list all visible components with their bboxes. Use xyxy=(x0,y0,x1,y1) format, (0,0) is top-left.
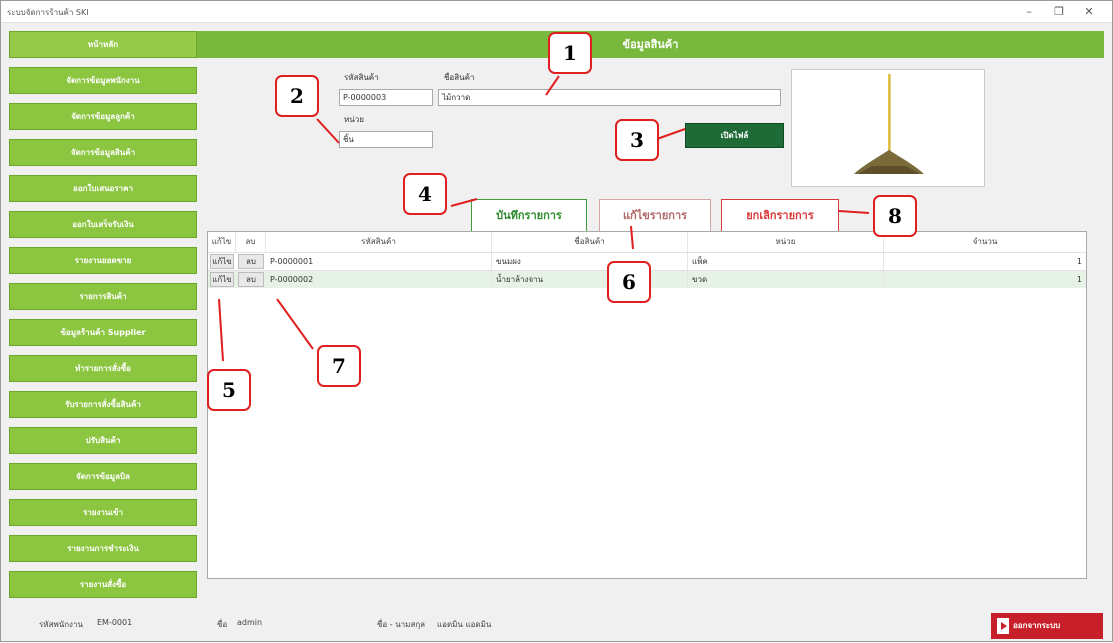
row-code: P-0000001 xyxy=(266,253,492,270)
column-header-code: รหัสสินค้า xyxy=(266,232,492,252)
column-header-name: ชื่อสินค้า xyxy=(492,232,688,252)
product-image xyxy=(791,69,985,187)
row-unit: แพ็ค xyxy=(688,253,884,270)
sidebar-item-purchase-order[interactable]: ทำรายการสั่งซื้อ xyxy=(9,355,197,382)
row-unit: ขวด xyxy=(688,271,884,288)
window-title: ระบบจัดการร้านค้า SKI xyxy=(7,8,89,17)
row-name: ขนมผง xyxy=(492,253,688,270)
row-name: น้ำยาล้างจาน xyxy=(492,271,688,288)
page-title: ข้อมูลสินค้า xyxy=(197,31,1104,58)
employee-id-label: รหัสพนักงาน xyxy=(39,620,83,629)
callout-5: 5 xyxy=(207,369,251,411)
fullname-label: ชื่อ - นามสกุล xyxy=(377,620,426,629)
row-delete-button[interactable]: ลบ xyxy=(238,254,264,269)
product-code-label: รหัสสินค้า xyxy=(344,73,379,82)
edit-button[interactable]: แก้ไขรายการ xyxy=(599,199,711,232)
sidebar-item-supplier[interactable]: ข้อมูลร้านค้า Supplier xyxy=(9,319,197,346)
sidebar-item-customers[interactable]: จัดการข้อมูลลูกค้า xyxy=(9,103,197,130)
callout-4: 4 xyxy=(403,173,447,215)
sidebar-item-order-report[interactable]: รายงานสั่งซื้อ xyxy=(9,571,197,598)
product-code-field[interactable]: P-0000003 xyxy=(339,89,433,106)
fullname-value: แอดมิน แอดมิน xyxy=(437,620,492,629)
row-edit-button[interactable]: แก้ไข xyxy=(210,272,234,287)
unit-label: หน่วย xyxy=(344,115,364,124)
sidebar-item-home[interactable]: หน้าหลัก xyxy=(9,31,197,58)
title-bar: ระบบจัดการร้านค้า SKI – ❐ ✕ xyxy=(1,1,1112,23)
column-header-delete: ลบ xyxy=(236,232,266,252)
sidebar-item-quotation[interactable]: ออกใบเสนอราคา xyxy=(9,175,197,202)
app-window: ระบบจัดการร้านค้า SKI – ❐ ✕ หน้าหลัก จัด… xyxy=(0,0,1113,642)
row-qty: 1 xyxy=(1076,275,1082,284)
row-code: P-0000002 xyxy=(266,271,492,288)
unit-field[interactable]: ชิ้น xyxy=(339,131,433,148)
broom-icon xyxy=(854,74,924,174)
minimize-icon[interactable]: – xyxy=(1017,4,1041,20)
sidebar-item-sales-report[interactable]: รายงานยอดขาย xyxy=(9,247,197,274)
sidebar-item-products[interactable]: จัดการข้อมูลสินค้า xyxy=(9,139,197,166)
callout-2: 2 xyxy=(275,75,319,117)
cancel-button[interactable]: ยกเลิกรายการ xyxy=(721,199,839,232)
logout-button[interactable]: ออกจากระบบ xyxy=(991,613,1103,639)
sidebar-item-receive-order[interactable]: รับรายการสั่งซื้อสินค้า xyxy=(9,391,197,418)
callout-1: 1 xyxy=(548,32,592,74)
logout-icon xyxy=(997,618,1009,634)
open-file-button[interactable]: เปิดไฟล์ xyxy=(685,123,784,148)
logout-label: ออกจากระบบ xyxy=(1013,621,1061,630)
column-header-unit: หน่วย xyxy=(688,232,884,252)
callout-8-connector xyxy=(838,210,870,214)
callout-3-connector xyxy=(656,128,686,140)
sidebar-item-adjust-stock[interactable]: ปรับสินค้า xyxy=(9,427,197,454)
product-name-label: ชื่อสินค้า xyxy=(444,73,475,82)
column-header-edit: แก้ไข xyxy=(208,232,236,252)
sidebar-item-product-list[interactable]: รายการสินค้า xyxy=(9,283,197,310)
close-icon[interactable]: ✕ xyxy=(1077,4,1101,20)
row-edit-button[interactable]: แก้ไข xyxy=(210,254,234,269)
save-button[interactable]: บันทึกรายการ xyxy=(471,199,587,232)
row-qty: 1 xyxy=(1076,257,1082,266)
callout-8: 8 xyxy=(873,195,917,237)
row-delete-button[interactable]: ลบ xyxy=(238,272,264,287)
sidebar-item-bills[interactable]: จัดการข้อมูลบิล xyxy=(9,463,197,490)
callout-7: 7 xyxy=(317,345,361,387)
sidebar-item-receipt[interactable]: ออกใบเสร็จรับเงิน xyxy=(9,211,197,238)
username-value: admin xyxy=(237,618,263,627)
sidebar-item-payment-report[interactable]: รายงานการชำระเงิน xyxy=(9,535,197,562)
sidebar-item-income-report[interactable]: รายงานเข้า xyxy=(9,499,197,526)
callout-3: 3 xyxy=(615,119,659,161)
callout-6: 6 xyxy=(607,261,651,303)
callout-2-connector xyxy=(316,118,340,144)
maximize-icon[interactable]: ❐ xyxy=(1047,4,1071,20)
sidebar-item-employees[interactable]: จัดการข้อมูลพนักงาน xyxy=(9,67,197,94)
sidebar: หน้าหลัก จัดการข้อมูลพนักงาน จัดการข้อมู… xyxy=(9,31,197,611)
username-label: ชื่อ xyxy=(217,620,228,629)
product-name-field[interactable]: ไม้กวาด xyxy=(438,89,781,106)
employee-id-value: EM-0001 xyxy=(97,618,133,627)
